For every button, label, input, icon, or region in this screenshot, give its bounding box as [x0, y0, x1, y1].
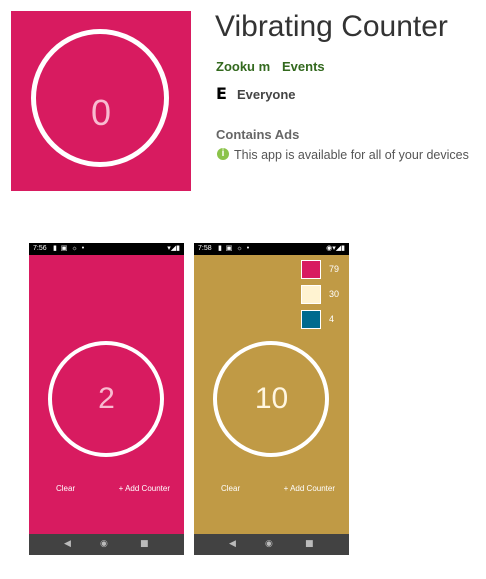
info-icon: i [217, 148, 229, 160]
content-rating-label: Everyone [237, 87, 296, 102]
counter-item-value: 4 [329, 314, 335, 324]
counter-value: 2 [98, 382, 115, 415]
home-icon[interactable]: ◉ [100, 534, 108, 555]
status-bar: 7:58 ▮ ▣ ☼ • ◉▾◢▮ [194, 243, 349, 255]
status-icons: ▮ ▣ ☼ • [53, 245, 86, 252]
contains-ads-label: Contains Ads [216, 127, 300, 142]
add-counter-button[interactable]: + Add Counter [119, 484, 170, 493]
icon-count: 0 [90, 92, 112, 133]
counter-item-value: 79 [329, 264, 340, 274]
recents-icon[interactable]: ■ [305, 534, 314, 555]
screenshot-2[interactable]: 7:58 ▮ ▣ ☼ • ◉▾◢▮ 79 30 4 10 Clear + Add… [194, 243, 349, 555]
category-link[interactable]: Events [282, 59, 325, 74]
home-icon[interactable]: ◉ [265, 534, 273, 555]
status-time: 7:56 [33, 245, 47, 252]
screenshot-1[interactable]: 7:56 ▮ ▣ ☼ • ▾◢▮ 2 Clear + Add Counter ◀… [29, 243, 184, 555]
availability-text: This app is available for all of your de… [234, 148, 469, 162]
developer-link[interactable]: Zooku m [216, 59, 270, 74]
signal-battery-icons: ◉▾◢▮ [326, 245, 345, 252]
clear-button[interactable]: Clear [221, 484, 240, 493]
app-icon: 0 [11, 11, 191, 191]
recents-icon[interactable]: ■ [140, 534, 149, 555]
back-icon[interactable]: ◀ [64, 534, 71, 555]
color-swatch[interactable] [301, 285, 321, 304]
android-nav-bar: ◀ ◉ ■ [29, 534, 184, 555]
status-bar: 7:56 ▮ ▣ ☼ • ▾◢▮ [29, 243, 184, 255]
android-nav-bar: ◀ ◉ ■ [194, 534, 349, 555]
color-swatch[interactable] [301, 260, 321, 279]
counter-item-value: 30 [329, 289, 340, 299]
clear-button[interactable]: Clear [56, 484, 75, 493]
app-title: Vibrating Counter [215, 10, 448, 43]
content-rating-icon: E [216, 84, 227, 103]
signal-battery-icons: ▾◢▮ [167, 245, 180, 252]
status-time: 7:58 [198, 245, 212, 252]
color-swatch[interactable] [301, 310, 321, 329]
back-icon[interactable]: ◀ [229, 534, 236, 555]
status-icons: ▮ ▣ ☼ • [218, 245, 251, 252]
add-counter-button[interactable]: + Add Counter [284, 484, 335, 493]
counter-value: 10 [254, 382, 289, 415]
